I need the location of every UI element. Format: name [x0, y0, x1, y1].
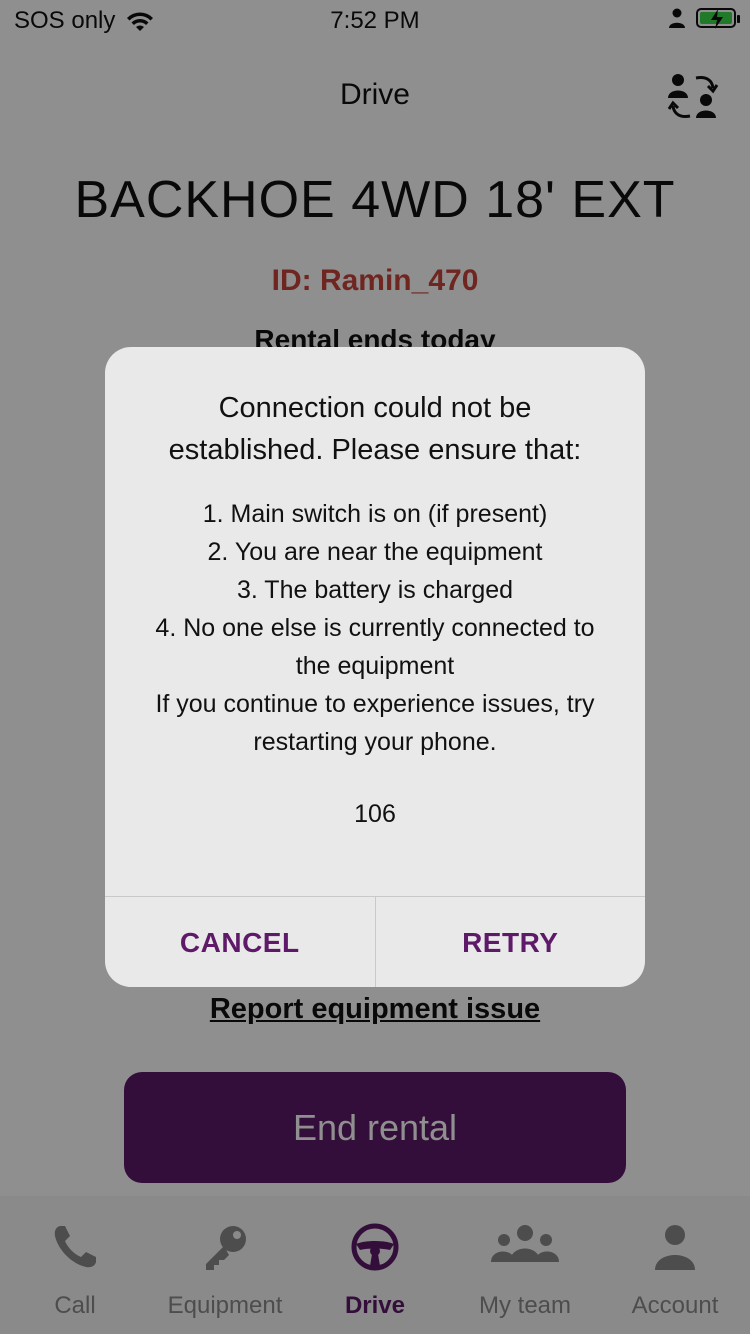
dialog-message-line: the equipment — [295, 652, 455, 680]
connection-error-dialog: Connection could not be established. Ple… — [105, 347, 645, 987]
dialog-message-line: restarting your phone. — [253, 728, 497, 756]
error-code: 106 — [354, 800, 396, 828]
cancel-button[interactable]: CANCEL — [105, 897, 376, 987]
dialog-actions: CANCEL RETRY — [105, 896, 645, 987]
dialog-title: Connection could not be established. Ple… — [135, 387, 615, 471]
dialog-message-line: 3. The battery is charged — [236, 576, 514, 604]
dialog-title-line: Connection could not be — [218, 392, 532, 424]
dialog-message-line: If you continue to experience issues, tr… — [155, 690, 595, 718]
dialog-message-line: 1. Main switch is on (if present) — [202, 500, 548, 528]
retry-button[interactable]: RETRY — [376, 897, 646, 987]
dialog-message-line: 2. You are near the equipment — [207, 538, 543, 566]
dialog-message: 1. Main switch is on (if present) 2. You… — [125, 495, 625, 761]
dialog-message-line: 4. No one else is currently connected to — [155, 614, 595, 642]
dialog-title-line: established. Please ensure that: — [168, 434, 582, 466]
drive-screen: SOS only 7:52 PM Drive BACKHOE 4WD 18' E… — [0, 0, 750, 1334]
